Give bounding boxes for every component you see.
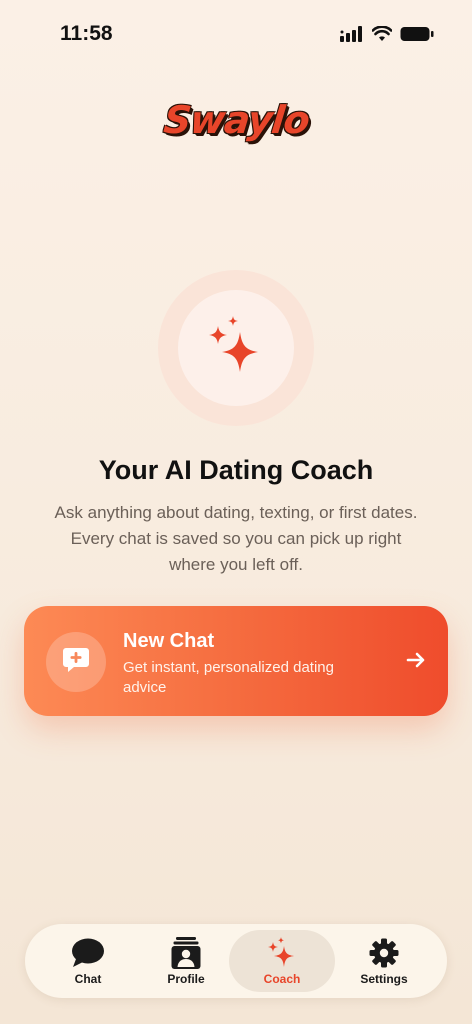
tab-settings-label: Settings: [360, 972, 408, 986]
tab-settings[interactable]: Settings: [331, 930, 437, 992]
page-title: Your AI Dating Coach: [98, 455, 374, 485]
status-icons: [340, 25, 434, 47]
tab-profile[interactable]: Profile: [133, 930, 239, 992]
tab-chat[interactable]: Chat: [35, 930, 141, 992]
hero-icon-ring: [158, 270, 314, 426]
tab-coach[interactable]: Coach: [229, 930, 335, 992]
tab-profile-label: Profile: [167, 972, 205, 986]
signal-icon: [340, 26, 364, 47]
new-chat-icon-wrap: [46, 632, 106, 692]
profile-icon: [171, 937, 201, 969]
new-chat-title: New Chat: [123, 630, 215, 652]
hero-icon-circle: [178, 290, 294, 406]
sparkles-icon: [206, 314, 266, 383]
wifi-icon: [371, 25, 393, 47]
tab-coach-label: Coach: [263, 972, 301, 986]
chat-plus-icon: [61, 645, 91, 680]
arrow-right-icon: [406, 651, 426, 674]
status-time: 11:58: [60, 22, 113, 45]
gear-icon: [369, 938, 399, 968]
app-logo: Swaylo: [0, 98, 472, 142]
sparkles-icon: [267, 937, 297, 968]
chat-bubble-icon: [71, 938, 105, 968]
battery-icon: [400, 26, 434, 47]
new-chat-description: Get instant, personalized dating advice: [123, 659, 334, 696]
new-chat-button[interactable]: New Chat Get instant, personalized datin…: [24, 606, 448, 716]
bottom-tab-bar: Chat Profile Coach Settings: [25, 924, 447, 998]
logo-text: Swaylo: [161, 98, 311, 142]
tab-chat-label: Chat: [74, 972, 102, 986]
status-bar: 11:58: [0, 0, 472, 70]
page-subtitle: Ask anything about dating, texting, or f…: [54, 503, 418, 574]
